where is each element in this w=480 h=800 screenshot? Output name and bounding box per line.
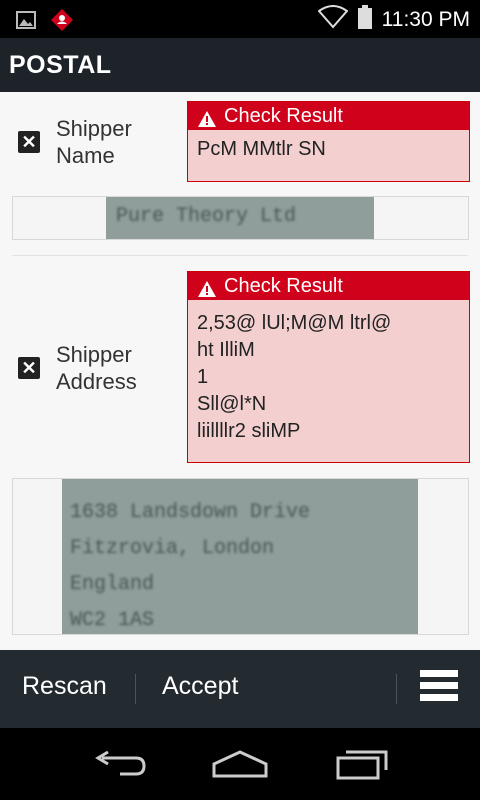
shipper-address-label: Shipper Address [56, 341, 137, 395]
scan-image: Pure Theory Ltd [106, 197, 374, 239]
rescan-button[interactable]: Rescan [22, 672, 107, 701]
button-separator [135, 674, 136, 704]
field-divider [12, 255, 468, 256]
hamburger-menu-icon[interactable] [420, 670, 458, 708]
button-separator [396, 674, 397, 704]
shipper-address-checkbox[interactable]: ✕ [18, 357, 40, 379]
result-line: liillllr2 sliMP [197, 420, 301, 442]
shipper-address-check-result: Check Result 2,53@ lUl;M@M ltrl@ ht Illi… [187, 271, 470, 463]
warning-icon [198, 277, 216, 305]
result-line: 2,53@ lUl;M@M ltrl@ [197, 312, 392, 334]
scan-text-line: 1638 Landsdown Drive [70, 501, 311, 524]
status-time: 11:30 PM [381, 8, 470, 31]
scan-text-line: WC2 1AS [70, 609, 155, 632]
app-bar: POSTAL [0, 38, 480, 92]
back-icon[interactable] [92, 748, 148, 785]
check-result-header: Check Result [188, 272, 469, 300]
wifi-icon [317, 5, 349, 35]
status-bar: 11:30 PM [0, 0, 480, 38]
shipper-name-label-line1: Shipper [56, 116, 132, 141]
check-result-body: 2,53@ lUl;M@M ltrl@ ht IlliM 1 Sll@l*N l… [188, 300, 469, 453]
warning-icon [198, 107, 216, 135]
check-result-title: Check Result [224, 105, 343, 127]
shipper-name-check-result: Check Result PcM MMtlr SN [187, 101, 470, 182]
check-result-title: Check Result [224, 275, 343, 297]
scan-text-line: Fitzrovia, London [70, 537, 275, 560]
scan-text-block: 1638 Landsdown Drive Fitzrovia, London Eng… [70, 495, 310, 639]
home-icon[interactable] [210, 748, 270, 785]
navigation-bar [0, 728, 480, 800]
main-content: ✕ Shipper Name Check Result PcM MMtlr SN… [0, 92, 480, 650]
shipper-address-label-line2: Address [56, 369, 137, 394]
image-icon [16, 11, 36, 34]
shipper-name-checkbox[interactable]: ✕ [18, 131, 40, 153]
result-line: PcM MMtlr SN [197, 138, 326, 160]
shipper-address-label-line1: Shipper [56, 342, 132, 367]
accept-button[interactable]: Accept [162, 672, 238, 701]
check-result-body: PcM MMtlr SN [188, 130, 469, 171]
scan-image: 1638 Landsdown Drive Fitzrovia, London Eng… [62, 479, 418, 634]
result-line: Sll@l*N [197, 393, 267, 415]
shipper-name-label-line2: Name [56, 143, 115, 168]
app-notification-icon [50, 8, 74, 37]
recent-apps-icon[interactable] [334, 748, 390, 785]
scan-text-line: Pure Theory Ltd [116, 205, 297, 228]
check-result-header: Check Result [188, 102, 469, 130]
app-title: POSTAL [9, 51, 112, 79]
shipper-address-scan-image: 1638 Landsdown Drive Fitzrovia, London Eng… [12, 478, 469, 635]
bottom-action-bar: Rescan Accept [0, 650, 480, 728]
shipper-name-scan-image: Pure Theory Ltd [12, 196, 469, 240]
battery-icon [357, 5, 372, 35]
result-line: ht IlliM [197, 339, 255, 361]
shipper-name-label: Shipper Name [56, 115, 132, 169]
scan-text-line: England [70, 573, 155, 596]
result-line: 1 [197, 366, 209, 388]
